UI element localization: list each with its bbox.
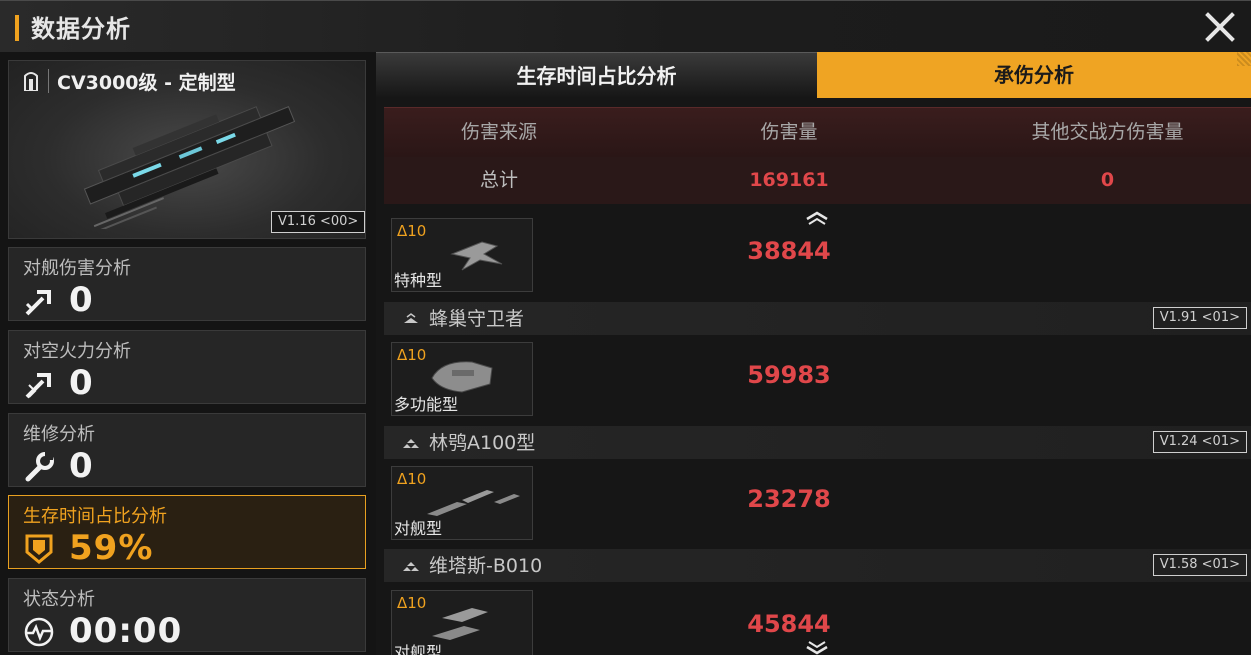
scroll-down-icon[interactable] <box>804 641 830 655</box>
stat-label: 维修分析 <box>23 424 95 445</box>
fleet-group-icon <box>403 562 419 571</box>
stat-card-anti-air[interactable]: 对空火力分析 0 <box>8 330 366 404</box>
table-header: 伤害来源 伤害量 其他交战方伤害量 <box>384 107 1251 157</box>
unit-card[interactable]: Δ10 特种型 <box>391 218 533 292</box>
page-title: 数据分析 <box>31 15 131 43</box>
unit-type: 对舰型 <box>394 643 443 655</box>
stat-value: 00:00 <box>69 611 183 651</box>
unit-level: Δ10 <box>397 470 427 488</box>
group-version-tag: V1.24 <01> <box>1152 431 1247 453</box>
unit-type: 多功能型 <box>394 395 459 414</box>
close-button[interactable] <box>1200 7 1240 47</box>
unit-card[interactable]: Δ10 对舰型 <box>391 466 533 540</box>
anti-ship-icon <box>25 290 51 316</box>
heartbeat-icon <box>24 617 54 647</box>
unit-type: 特种型 <box>394 271 443 290</box>
stat-value: 59% <box>69 528 154 568</box>
column-header-other-damage: 其他交战方伤害量 <box>1031 121 1184 143</box>
group-name: 蜂巢守卫者 <box>429 308 525 330</box>
ship-card: CV3000级 - 定制型 V1.16 <00> <box>8 60 366 239</box>
total-other-damage: 0 <box>1100 169 1115 191</box>
scroll-up-icon[interactable] <box>804 211 830 225</box>
ship-name-divider <box>48 69 49 93</box>
group-version-tag: V1.58 <01> <box>1152 554 1247 576</box>
unit-card[interactable]: Δ10 对舰型 <box>391 590 533 655</box>
unit-damage: 59983 <box>747 361 831 389</box>
fleet-group-icon <box>403 439 419 448</box>
stat-card-repair[interactable]: 维修分析 0 <box>8 413 366 487</box>
unit-damage: 45844 <box>747 610 831 638</box>
tab-survival-time[interactable]: 生存时间占比分析 <box>376 52 817 98</box>
unit-card[interactable]: Δ10 多功能型 <box>391 342 533 416</box>
stat-card-anti-ship[interactable]: 对舰伤害分析 0 <box>8 247 366 321</box>
total-label: 总计 <box>479 169 518 191</box>
unit-level: Δ10 <box>397 346 427 364</box>
stat-label: 状态分析 <box>23 589 95 610</box>
group-name: 维塔斯-B010 <box>429 555 543 577</box>
group-header: 蜂巢守卫者 V1.91 <01> <box>384 302 1251 335</box>
stat-card-survival-time[interactable]: 生存时间占比分析 59% <box>8 495 366 569</box>
stat-label: 生存时间占比分析 <box>23 506 167 527</box>
unit-damage: 38844 <box>747 237 831 265</box>
tab-bar: 生存时间占比分析 承伤分析 <box>376 52 1251 98</box>
column-header-damage: 伤害量 <box>760 121 818 143</box>
group-name: 林鸮A100型 <box>429 432 536 454</box>
title-accent-bar <box>15 15 19 41</box>
wrench-icon <box>25 452 54 482</box>
stat-label: 对空火力分析 <box>23 341 131 362</box>
group-version-tag: V1.91 <01> <box>1152 307 1247 329</box>
stat-card-status[interactable]: 状态分析 00:00 <box>8 578 366 652</box>
shield-icon <box>25 534 53 564</box>
header-bar: 数据分析 <box>0 0 1251 52</box>
stat-label: 对舰伤害分析 <box>23 258 131 279</box>
unit-damage: 23278 <box>747 485 831 513</box>
unit-level: Δ10 <box>397 594 427 612</box>
total-damage: 169161 <box>749 169 829 191</box>
ship-image <box>83 106 296 229</box>
group-header: 林鸮A100型 V1.24 <01> <box>384 426 1251 459</box>
fleet-group-icon <box>404 313 418 323</box>
group-header: 维塔斯-B010 V1.58 <01> <box>384 549 1251 582</box>
unit-level: Δ10 <box>397 222 427 240</box>
anti-air-icon <box>25 373 51 399</box>
unit-type: 对舰型 <box>394 519 443 538</box>
ship-version-tag: V1.16 <00> <box>271 211 366 233</box>
tab-damage-taken[interactable]: 承伤分析 <box>817 52 1251 98</box>
stat-value: 0 <box>69 446 94 486</box>
column-header-source: 伤害来源 <box>460 121 537 143</box>
ship-class-icon <box>24 72 38 91</box>
stat-value: 0 <box>69 363 94 403</box>
stat-value: 0 <box>69 280 94 320</box>
total-row: 总计 169161 0 <box>384 157 1251 204</box>
